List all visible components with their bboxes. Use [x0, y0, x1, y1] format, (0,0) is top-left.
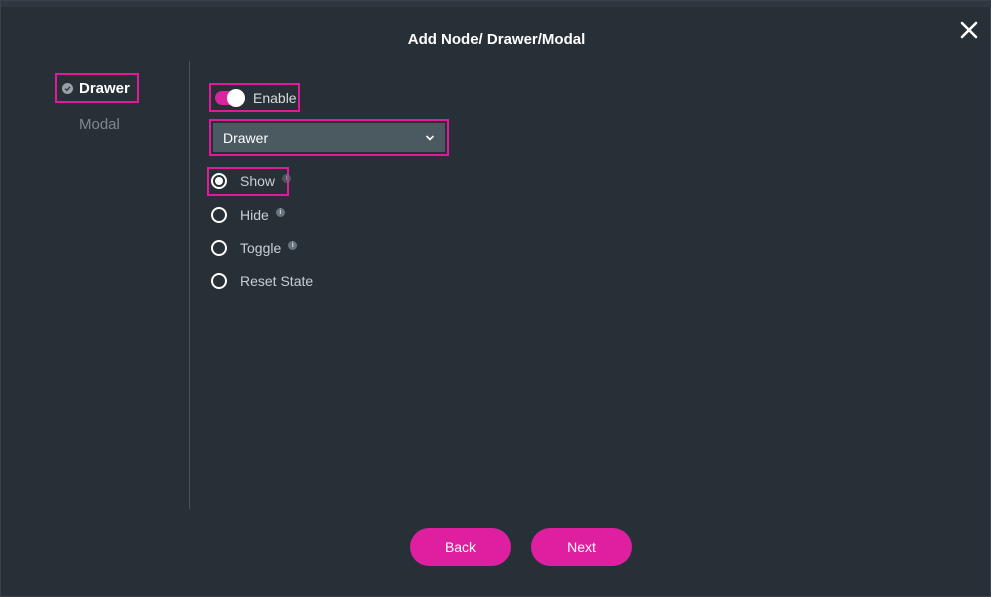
- enable-toggle[interactable]: [215, 88, 245, 107]
- radio-option-reset-state[interactable]: Reset State: [211, 273, 313, 289]
- close-button[interactable]: [956, 17, 982, 43]
- check-circle-icon: [62, 82, 73, 94]
- add-node-dialog: Add Node/ Drawer/Modal Drawer Modal Enab…: [0, 0, 991, 597]
- step-drawer-label: Drawer: [79, 79, 130, 97]
- dropdown-highlight: Drawer: [209, 119, 449, 156]
- radio-label: Hide: [240, 207, 269, 223]
- info-icon[interactable]: i: [288, 240, 298, 250]
- radio-selected-dot: [215, 177, 223, 185]
- close-icon: [960, 21, 978, 39]
- enable-label: Enable: [253, 89, 297, 106]
- toggle-knob: [227, 88, 245, 107]
- info-icon[interactable]: i: [275, 207, 285, 217]
- component-type-select[interactable]: Drawer: [213, 123, 445, 152]
- dialog-title: Add Node/ Drawer/Modal: [407, 31, 586, 48]
- dialog-top-strip: [1, 1, 991, 7]
- radio-label: Show: [240, 173, 276, 189]
- back-button[interactable]: Back: [410, 528, 511, 566]
- radio-label: Reset State: [240, 273, 314, 289]
- enable-toggle-group[interactable]: Enable: [209, 83, 300, 112]
- info-icon[interactable]: i: [282, 173, 292, 183]
- chevron-down-icon: [425, 134, 435, 141]
- radio-button[interactable]: [211, 173, 227, 189]
- select-value: Drawer: [223, 129, 269, 146]
- step-drawer[interactable]: Drawer: [55, 73, 139, 103]
- next-button[interactable]: Next: [531, 528, 632, 566]
- step-modal[interactable]: Modal: [79, 116, 120, 133]
- vertical-divider: [189, 61, 190, 509]
- radio-option-hide[interactable]: Hide i: [211, 207, 285, 223]
- radio-button[interactable]: [211, 207, 227, 223]
- radio-button[interactable]: [211, 240, 227, 256]
- radio-option-toggle[interactable]: Toggle i: [211, 240, 298, 256]
- radio-option-show[interactable]: Show i: [211, 173, 292, 189]
- radio-label: Toggle: [240, 240, 282, 256]
- radio-button[interactable]: [211, 273, 227, 289]
